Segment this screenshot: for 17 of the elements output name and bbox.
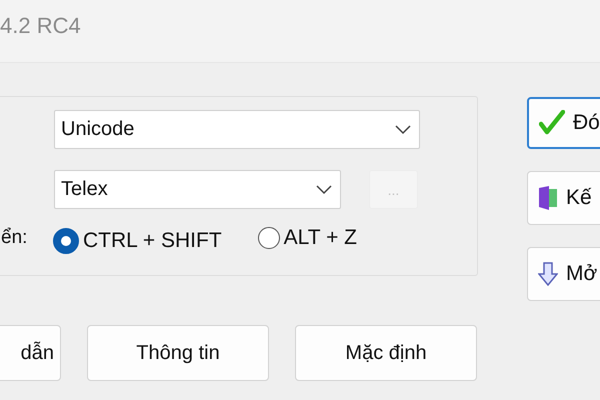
footer-button[interactable]: dẫn — [0, 325, 61, 381]
radio-option[interactable]: CTRL + SHIFT — [53, 228, 222, 254]
side-button[interactable]: Mở — [527, 247, 600, 301]
side-button[interactable]: Kế — [527, 171, 600, 225]
window-title: 4.2 RC4 — [0, 13, 81, 39]
chevron-down-icon — [395, 124, 411, 134]
footer-button[interactable]: Mặc định — [295, 325, 477, 381]
charset-dropdown[interactable]: Unicode — [54, 110, 420, 149]
footer-button[interactable]: Thông tin — [87, 325, 269, 381]
down-arrow-icon — [538, 262, 558, 286]
switch-key-label: ển: — [0, 227, 28, 249]
radio-option[interactable]: ALT + Z — [258, 226, 357, 250]
door-icon — [538, 185, 558, 211]
chevron-down-icon — [316, 184, 332, 194]
side-button[interactable]: Đó — [527, 97, 600, 149]
check-icon — [539, 110, 565, 136]
input-method-dropdown[interactable]: Telex — [54, 170, 341, 209]
